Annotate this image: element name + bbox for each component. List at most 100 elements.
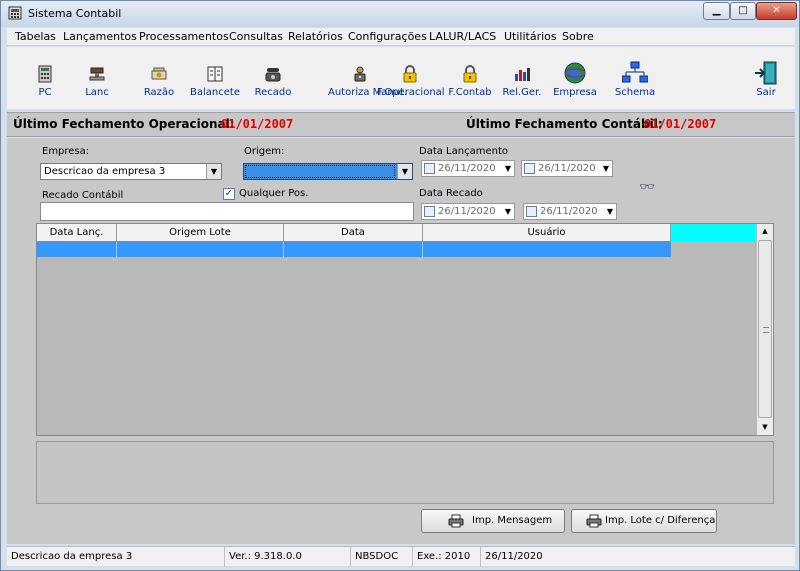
toolbar-label: Rel.Ger. — [502, 87, 542, 98]
globe-icon — [564, 62, 586, 84]
printer-icon — [448, 514, 464, 528]
qualquer-pos-label: Qualquer Pos. — [239, 188, 309, 199]
data-recado-from[interactable]: 26/11/2020 ▼ — [421, 203, 515, 220]
column-header-data-lanc[interactable]: Data Lanç. — [37, 224, 117, 242]
date-value: 26/11/2020 — [540, 206, 598, 217]
menu-utilitarios[interactable]: Utilitários — [504, 30, 557, 43]
table-cell[interactable] — [423, 242, 671, 257]
data-lanc-to[interactable]: 26/11/2020 ▼ — [521, 160, 613, 177]
column-header-usuario[interactable]: Usuário — [423, 224, 671, 242]
ledger-icon — [207, 66, 223, 82]
date-value: 26/11/2020 — [438, 163, 496, 174]
lock-person-icon — [354, 66, 366, 82]
toolbar-label: Recado — [254, 87, 292, 98]
chevron-down-icon[interactable]: ▼ — [397, 164, 412, 179]
toolbar-balancete-button[interactable]: Balancete — [190, 47, 240, 109]
status-date: 26/11/2020 — [485, 551, 543, 562]
qualquer-pos-checkbox[interactable]: ✓ — [223, 188, 235, 200]
chevron-down-icon[interactable]: ▼ — [505, 161, 511, 176]
table-cell[interactable] — [117, 242, 284, 257]
glasses-icon[interactable]: 👓 — [639, 180, 655, 195]
maximize-button[interactable]: □ — [730, 2, 756, 20]
grid-header: Data Lanç. Origem Lote Data Usuário — [37, 224, 757, 242]
toolbar-razao-button[interactable]: Razão — [139, 47, 179, 109]
status-exercise: Exe.: 2010 — [413, 547, 481, 567]
scroll-up-icon[interactable]: ▲ — [757, 224, 773, 239]
imp-lote-diferenca-button[interactable]: Imp. Lote c/ Diferença — [571, 509, 717, 533]
date-value: 26/11/2020 — [438, 206, 496, 217]
menu-sobre[interactable]: Sobre — [562, 30, 594, 43]
chevron-down-icon[interactable]: ▼ — [603, 161, 609, 176]
operational-closing-date: 01/01/2007 — [221, 117, 294, 131]
padlock-icon — [403, 65, 417, 83]
data-lanc-from[interactable]: 26/11/2020 ▼ — [421, 160, 515, 177]
grid-vertical-scrollbar[interactable]: ▲ ▼ — [756, 224, 773, 435]
scroll-down-icon[interactable]: ▼ — [757, 420, 773, 435]
accounting-closing-label: Último Fechamento Contábil: — [466, 117, 663, 131]
toolbar-sair-button[interactable]: Sair — [747, 47, 785, 109]
date-enable-checkbox[interactable] — [424, 206, 435, 217]
toolbar-label: Schema — [614, 87, 656, 98]
exit-door-icon — [755, 61, 777, 85]
toolbar-schema-button[interactable]: Schema — [610, 47, 660, 109]
menu-lancamentos[interactable]: Lançamentos — [63, 30, 137, 43]
date-enable-checkbox[interactable] — [526, 206, 537, 217]
table-cell[interactable] — [284, 242, 423, 257]
chevron-down-icon[interactable]: ▼ — [607, 204, 613, 219]
toolbar-lanc-button[interactable]: Lanc — [77, 47, 117, 109]
phone-icon — [265, 68, 281, 82]
accounting-closing-date: 01/01/2007 — [644, 117, 717, 131]
closing-dates-bar: Último Fechamento Operacional: 01/01/200… — [7, 112, 795, 137]
toolbar-fcontab-button[interactable]: F.Contab — [447, 47, 493, 109]
cash-icon — [151, 67, 167, 80]
origem-select[interactable]: ▼ — [243, 163, 413, 180]
menu-lalur-lacs[interactable]: LALUR/LACS — [429, 30, 496, 43]
menu-processamentos[interactable]: Processamentos — [139, 30, 229, 43]
recado-contabil-input[interactable] — [40, 202, 414, 221]
toolbar-recado-button[interactable]: Recado — [251, 47, 295, 109]
toolbar-label: F.Operacional — [377, 87, 445, 98]
chevron-down-icon[interactable]: ▼ — [505, 204, 511, 219]
date-enable-checkbox[interactable] — [424, 163, 435, 174]
toolbar-label: Razão — [143, 87, 175, 98]
message-memo[interactable] — [36, 441, 774, 504]
menu-configuracoes[interactable]: Configurações — [348, 30, 427, 43]
toolbar-pc-button[interactable]: PC — [25, 47, 65, 109]
operational-closing-label: Último Fechamento Operacional: — [13, 117, 235, 131]
filter-form: Empresa: Descricao da empresa 3 ▼ Origem… — [7, 138, 795, 222]
imp-mensagem-label: Imp. Mensagem — [472, 515, 553, 526]
minimize-button[interactable]: ▁ — [703, 2, 730, 20]
data-recado-to[interactable]: 26/11/2020 ▼ — [523, 203, 617, 220]
origem-value — [245, 165, 395, 178]
status-empresa: Descricao da empresa 3 — [7, 547, 225, 567]
menu-consultas[interactable]: Consultas — [229, 30, 283, 43]
data-recado-label: Data Recado — [419, 188, 483, 199]
column-header-origem-lote[interactable]: Origem Lote — [117, 224, 284, 242]
chevron-down-icon[interactable]: ▼ — [206, 164, 221, 179]
table-row[interactable] — [37, 242, 671, 257]
status-version: Ver.: 9.318.0.0 — [225, 547, 351, 567]
menu-tabelas[interactable]: Tabelas — [15, 30, 56, 43]
column-header-data[interactable]: Data — [284, 224, 423, 242]
date-value: 26/11/2020 — [538, 163, 596, 174]
empresa-select[interactable]: Descricao da empresa 3 ▼ — [40, 163, 222, 180]
toolbar-foperacional-button[interactable]: F.Operacional — [377, 47, 445, 109]
column-header-extra[interactable] — [671, 224, 757, 242]
toolbar: PC Lanc Razão Balancete Recado Autoriza … — [7, 47, 795, 109]
toolbar-relger-button[interactable]: Rel.Ger. — [501, 47, 543, 109]
imp-mensagem-button[interactable]: Imp. Mensagem — [421, 509, 565, 533]
menu-relatorios[interactable]: Relatórios — [288, 30, 343, 43]
toolbar-empresa-button[interactable]: Empresa — [552, 47, 598, 109]
toolbar-label: Empresa — [553, 87, 597, 98]
toolbar-label: Balancete — [190, 87, 240, 98]
scroll-thumb[interactable] — [758, 240, 772, 418]
table-cell[interactable] — [37, 242, 117, 257]
close-button[interactable]: ✕ — [756, 2, 797, 20]
main-panel: Empresa: Descricao da empresa 3 ▼ Origem… — [7, 138, 795, 544]
imp-lote-label: Imp. Lote c/ Diferença — [605, 515, 716, 526]
records-grid[interactable]: Data Lanç. Origem Lote Data Usuário ▲ ▼ — [36, 223, 774, 436]
date-enable-checkbox[interactable] — [524, 163, 535, 174]
toolbar-label: PC — [38, 87, 52, 98]
recado-contabil-label: Recado Contábil — [42, 190, 124, 201]
title-bar[interactable]: Sistema Contabil ▁ □ ✕ — [1, 1, 799, 27]
